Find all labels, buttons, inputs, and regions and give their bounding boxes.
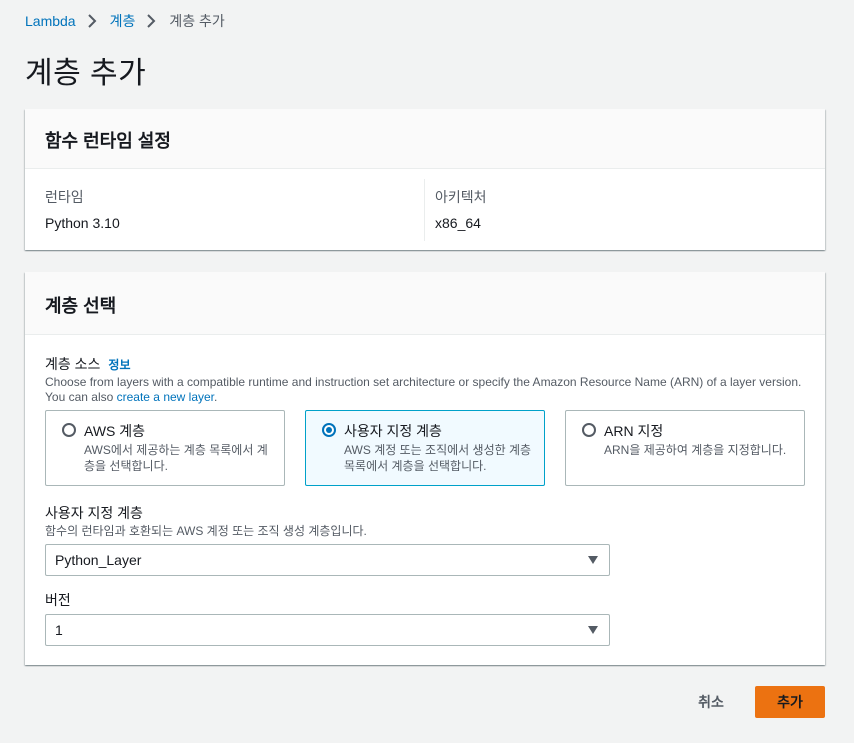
cancel-button[interactable]: 취소: [688, 686, 734, 718]
architecture-label: 아키텍처: [435, 189, 487, 205]
radio-tile-aws-layers[interactable]: AWS 계층 AWS에서 제공하는 계층 목록에서 계층을 선택합니다.: [45, 410, 285, 486]
runtime-field: 런타임 Python 3.10: [45, 187, 120, 231]
layer-source-label-text: 계층 소스: [45, 356, 101, 372]
layer-source-description-end: .: [214, 390, 218, 404]
custom-layer-select-value: Python_Layer: [55, 552, 142, 568]
caret-down-icon: [588, 556, 598, 564]
radio-tile-specify-arn[interactable]: ARN 지정 ARN을 제공하여 계층을 지정합니다.: [565, 410, 805, 486]
tile-description: AWS 계정 또는 조직에서 생성한 계층 목록에서 계층을 선택합니다.: [344, 443, 532, 473]
tile-title: ARN 지정: [604, 423, 664, 439]
chevron-right-icon: [140, 12, 164, 30]
radio-button[interactable]: [62, 423, 76, 437]
caret-down-icon: [588, 626, 598, 634]
breadcrumb-layers[interactable]: 계층: [110, 11, 136, 31]
radio-button-selected[interactable]: [322, 423, 336, 437]
breadcrumb-lambda[interactable]: Lambda: [25, 13, 76, 29]
architecture-value: x86_64: [435, 215, 481, 231]
breadcrumb: Lambda 계층 계층 추가: [25, 11, 225, 31]
choose-layer-panel: 계층 선택 계층 소스 정보 Choose from layers with a …: [25, 272, 825, 665]
version-label: 버전: [45, 592, 71, 608]
runtime-value: Python 3.10: [45, 215, 120, 231]
chevron-right-icon: [81, 12, 105, 30]
runtime-panel-header: 함수 런타임 설정: [25, 109, 825, 169]
radio-tile-custom-layers[interactable]: 사용자 지정 계층 AWS 계정 또는 조직에서 생성한 계층 목록에서 계층을…: [305, 410, 545, 486]
custom-layer-description: 함수의 런타임과 호환되는 AWS 계정 또는 조직 생성 계층입니다.: [45, 524, 367, 538]
radio-button[interactable]: [582, 423, 596, 437]
tile-title: 사용자 지정 계층: [344, 423, 442, 439]
add-button[interactable]: 추가: [755, 686, 825, 718]
version-select-value: 1: [55, 622, 63, 638]
architecture-field: 아키텍처 x86_64: [435, 187, 487, 231]
runtime-settings-panel: 함수 런타임 설정 런타임 Python 3.10 아키텍처 x86_64: [25, 109, 825, 250]
create-new-layer-link[interactable]: create a new layer: [117, 390, 214, 404]
layer-source-description: Choose from layers with a compatible run…: [45, 375, 805, 405]
layer-panel-header: 계층 선택: [25, 272, 825, 335]
tile-title: AWS 계층: [84, 423, 146, 439]
column-divider: [424, 179, 425, 241]
layer-source-label: 계층 소스 정보: [45, 354, 131, 374]
breadcrumb-current: 계층 추가: [169, 13, 225, 29]
info-link[interactable]: 정보: [108, 358, 130, 372]
runtime-label: 런타임: [45, 189, 84, 205]
custom-layer-select[interactable]: Python_Layer: [45, 544, 610, 576]
version-select[interactable]: 1: [45, 614, 610, 646]
tile-description: AWS에서 제공하는 계층 목록에서 계층을 선택합니다.: [84, 443, 268, 473]
tile-description: ARN을 제공하여 계층을 지정합니다.: [604, 443, 787, 457]
page-title: 계층 추가: [25, 57, 147, 90]
custom-layer-label: 사용자 지정 계층: [45, 505, 143, 521]
